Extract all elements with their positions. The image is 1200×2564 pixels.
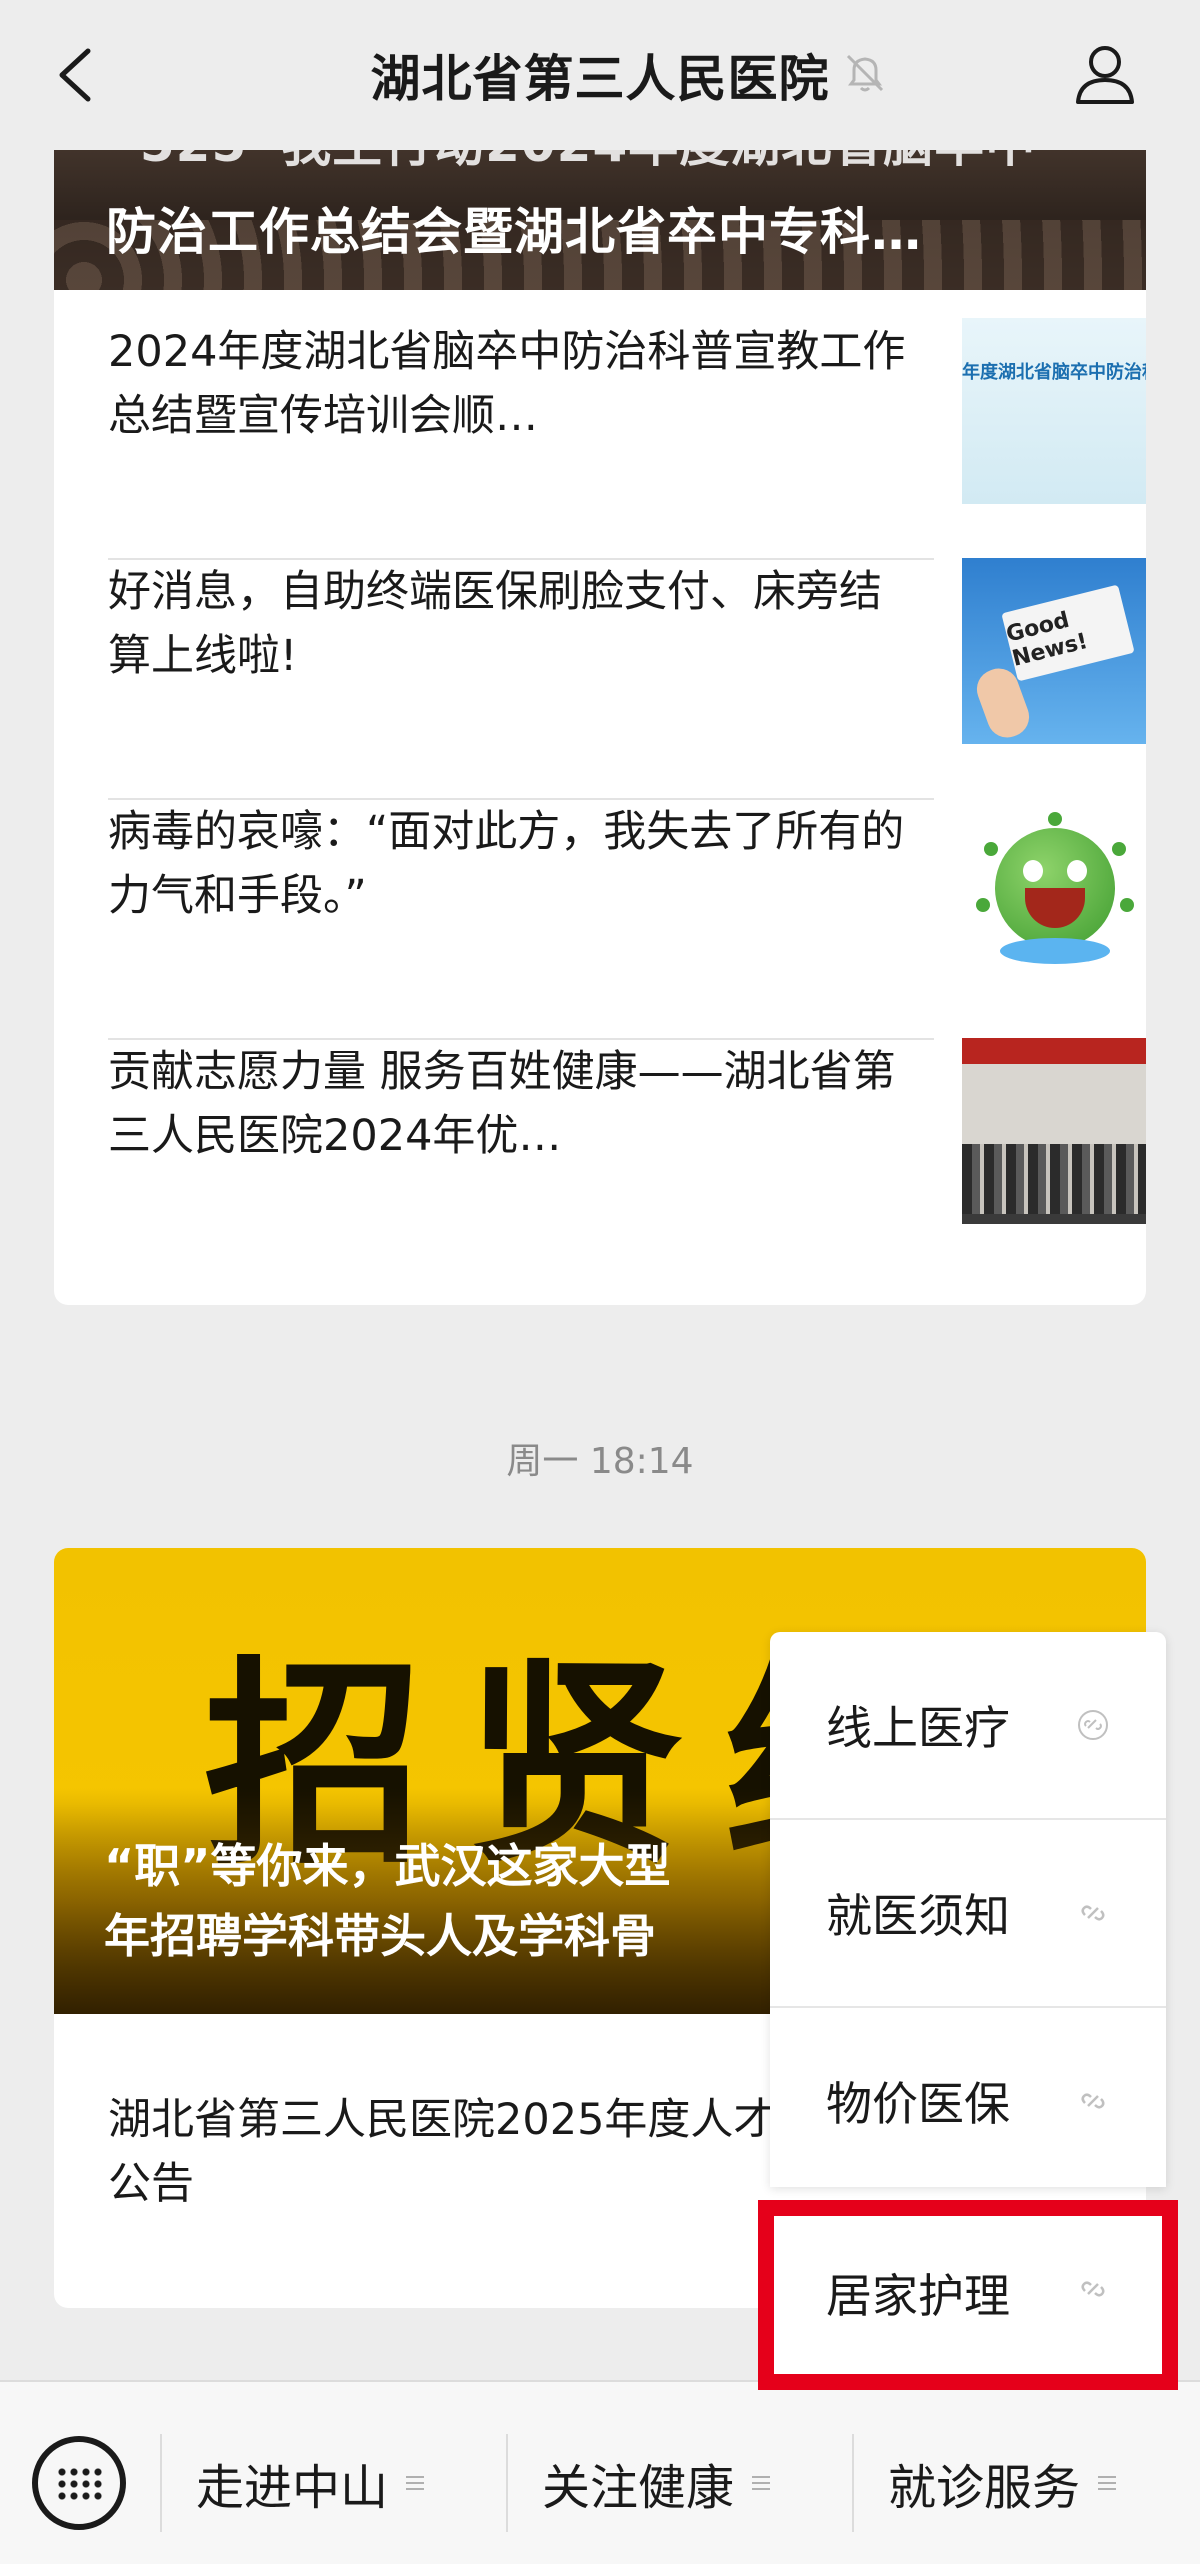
menu-item-price-insurance[interactable]: 物价医保 [770,2008,1166,2194]
menu-lines-icon [1098,2476,1117,2490]
list-item[interactable]: 2024年度湖北省脑卒中防治科普宣教工作总结暨宣传培训会顺… 年度湖北省脑卒中防… [108,318,1146,560]
menu-item-medical-guide[interactable]: 就医须知 [770,1820,1166,2006]
article-title: 贡献志愿力量 服务百姓健康——湖北省第三人民医院2024年优… [108,1047,896,1161]
article-thumbnail: Good News! [962,558,1146,744]
mute-bell-icon [846,54,884,92]
menu-tab-about[interactable]: 走进中山 [196,2434,425,2532]
menu-item-label: 线上医疗 [826,1701,1010,1755]
menu-item-label: 物价医保 [826,2077,1010,2131]
menu-item-online-medical[interactable]: 线上医疗 [770,1632,1166,1818]
menu-lines-icon [406,2476,425,2490]
menu-lines-icon [752,2476,771,2490]
menu-tab-services[interactable]: 就诊服务 [888,2434,1117,2532]
menu-tab-label: 走进中山 [196,2460,389,2516]
article-thumbnail: 年度湖北省脑卒中防治科 工作总结暨宣传培训会 [962,318,1146,504]
menu-item-label: 居家护理 [826,2269,1010,2323]
group-photo-thumbnail [962,1038,1146,1224]
link-icon [1081,2093,1105,2109]
submenu-popup: 线上医疗 就医须知 物价医保 [770,1632,1166,2187]
list-item[interactable]: 贡献志愿力量 服务百姓健康——湖北省第三人民医院2024年优… [108,1038,1146,1260]
link-icon [1078,1710,1108,1740]
article-title: 2024年度湖北省脑卒中防治科普宣教工作总结暨宣传培训会顺… [108,327,906,441]
page-title: 湖北省第三人民医院 [370,50,830,108]
menu-tab-label: 就诊服务 [888,2460,1081,2516]
divider [506,2434,508,2532]
virus-icon [995,828,1115,948]
list-item[interactable]: 好消息，自助终端医保刷脸支付、床旁结算上线啦! Good News! [108,558,1146,800]
menu-tab-health[interactable]: 关注健康 [542,2434,771,2532]
hero-title-line-2: 防治工作总结会暨湖北省卒中专科… [106,203,922,261]
message-timestamp: 周一 18:14 [506,1441,694,1482]
thumbnail-text: 年度湖北省脑卒中防治科 工作总结暨宣传培训会 [962,362,1146,383]
top-bar: 湖北省第三人民医院 [0,0,1200,150]
menu-item-home-care[interactable]: 居家护理 [758,2200,1178,2390]
hero-title-line-1: “职”等你来，武汉这家大型 [104,1839,671,1893]
virus-cartoon-thumbnail [962,798,1146,984]
back-arrow-icon[interactable] [50,45,100,105]
menu-item-label: 就医须知 [826,1889,1010,1943]
article-title: 好消息，自助终端医保刷脸支付、床旁结算上线啦! [108,567,882,681]
keyboard-icon[interactable] [32,2436,126,2530]
bottom-menu-bar: 走进中山 关注健康 就诊服务 [0,2380,1200,2564]
divider [852,2434,854,2532]
article-card-1: “525”我主行动2024年度湖北省脑卒中 防治工作总结会暨湖北省卒中专科… 2… [54,120,1146,1305]
profile-icon[interactable] [1072,40,1138,106]
article-title[interactable]: 湖北省第三人民医院2025年度人才招聘公告 [108,2088,868,2216]
link-icon [1081,2281,1105,2297]
hero-title-line-2: 年招聘学科带头人及学科骨 [104,1909,656,1963]
article-title: 病毒的哀嚎：“面对此方，我失去了所有的力气和手段。” [108,807,905,921]
divider [160,2434,162,2532]
link-icon [1081,1905,1105,1921]
menu-tab-label: 关注健康 [542,2460,735,2516]
list-item[interactable]: 病毒的哀嚎：“面对此方，我失去了所有的力气和手段。” [108,798,1146,1040]
good-news-sign: Good News! [1001,584,1135,682]
